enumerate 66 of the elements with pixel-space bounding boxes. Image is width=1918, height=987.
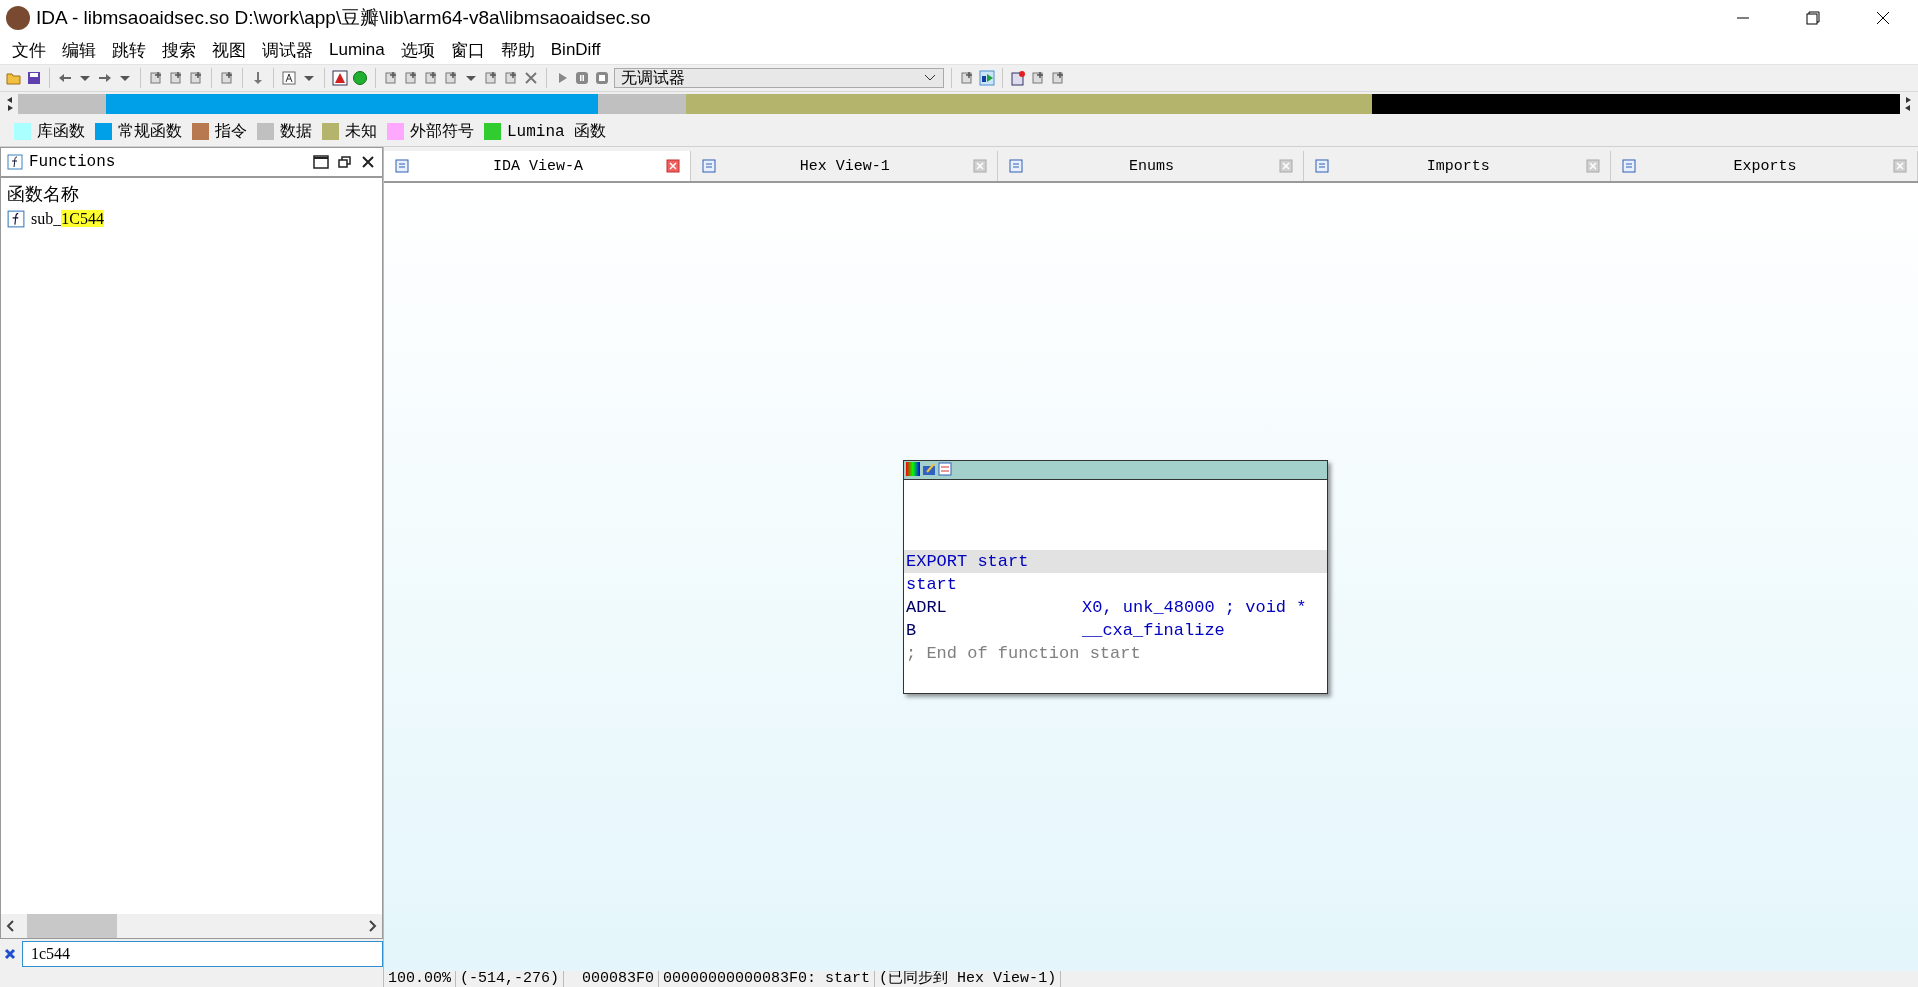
chevron-down-icon xyxy=(923,73,937,83)
stop-icon[interactable] xyxy=(594,70,610,86)
cross-icon[interactable] xyxy=(523,70,539,86)
legend-label: 未知 xyxy=(345,121,377,142)
status-field: 000083F0 xyxy=(578,971,660,987)
menu-item[interactable]: Lumina xyxy=(321,40,393,60)
tab[interactable]: IDA View-A xyxy=(384,151,691,181)
menu-item[interactable]: 编辑 xyxy=(54,38,104,62)
scroll-left-icon[interactable] xyxy=(6,95,14,113)
pause-icon[interactable] xyxy=(574,70,590,86)
function-icon xyxy=(7,210,25,228)
menu-item[interactable]: 帮助 xyxy=(492,38,543,62)
debugger-dropdown[interactable]: 无调试器 xyxy=(614,68,944,88)
scrollbar-thumb[interactable] xyxy=(27,914,117,938)
tab-window-icon xyxy=(394,158,410,174)
app-avatar-icon xyxy=(6,6,30,30)
legend-label: 指令 xyxy=(215,121,247,142)
maximize-icon[interactable] xyxy=(312,154,330,170)
legend-label: Lumina 函数 xyxy=(507,121,607,142)
scroll-right-icon[interactable] xyxy=(1904,95,1912,113)
legend-label: 数据 xyxy=(280,121,312,142)
code-comment: ; End of function start xyxy=(905,643,1142,665)
legend-label: 常规函数 xyxy=(118,121,182,142)
tab-close-icon[interactable] xyxy=(665,159,680,173)
letter-box-icon[interactable] xyxy=(281,70,297,86)
function-icon xyxy=(7,154,23,170)
status-field: 00000000000083F0: start xyxy=(659,971,876,987)
filter-field[interactable]: 1c544 xyxy=(22,941,383,967)
save-icon[interactable] xyxy=(26,70,42,86)
menu-item[interactable]: 调试器 xyxy=(254,38,321,62)
navigation-band-drawing[interactable] xyxy=(18,94,1900,114)
breakpoint-list-icon[interactable] xyxy=(1010,70,1026,86)
panel-title: Functions xyxy=(29,153,117,171)
tab-window-icon xyxy=(1621,158,1638,174)
run-to-icon[interactable] xyxy=(979,70,995,86)
window-title: IDA - libmsaoaidsec.so D:\work\app\豆瓣\lib\arm64-v8a\libmsaoaidsec.so xyxy=(36,6,652,30)
status-field: 100.00% xyxy=(384,971,456,987)
tab-window-icon xyxy=(700,158,717,174)
legend-label: 库函数 xyxy=(37,121,85,142)
status-field: (已同步到 Hex View-1) xyxy=(875,971,1062,987)
menu-item[interactable]: 跳转 xyxy=(104,38,154,62)
tab-window-icon xyxy=(1007,158,1024,174)
graph-view-icon[interactable] xyxy=(938,462,952,476)
warning-icon[interactable] xyxy=(332,70,348,86)
menu-item[interactable]: BinDiff xyxy=(542,40,609,60)
column-header: 函数名称 xyxy=(7,183,80,206)
color-palette-icon[interactable] xyxy=(906,462,920,476)
menu-item[interactable]: 文件 xyxy=(4,38,54,62)
menu-item[interactable]: 搜索 xyxy=(154,38,204,62)
code-line: B __cxa_finalize xyxy=(905,620,1226,642)
code-label: EXPORT start xyxy=(904,550,1327,573)
menu-item[interactable]: 视图 xyxy=(204,38,254,62)
clear-filter-icon[interactable] xyxy=(4,948,16,960)
round-button-icon[interactable] xyxy=(352,70,368,86)
scroll-right-icon[interactable] xyxy=(368,919,378,933)
scroll-left-icon[interactable] xyxy=(5,919,15,933)
code-line: ADRL X0, unk_48000 ; void * xyxy=(905,597,1308,619)
code-label: start xyxy=(905,574,958,596)
menu-item[interactable]: 选项 xyxy=(392,38,443,62)
status-field: (-514,-276) xyxy=(456,971,565,987)
float-icon[interactable] xyxy=(336,154,354,170)
menu-item[interactable]: 窗口 xyxy=(442,38,493,62)
graph-node[interactable]: EXPORT start start ADRL X0, unk_48000 ; void * B __cxa_finalize ; End of function start xyxy=(903,460,1328,694)
close-icon[interactable] xyxy=(360,154,376,170)
legend-label: 外部符号 xyxy=(410,121,474,142)
tab-window-icon xyxy=(1314,158,1331,174)
